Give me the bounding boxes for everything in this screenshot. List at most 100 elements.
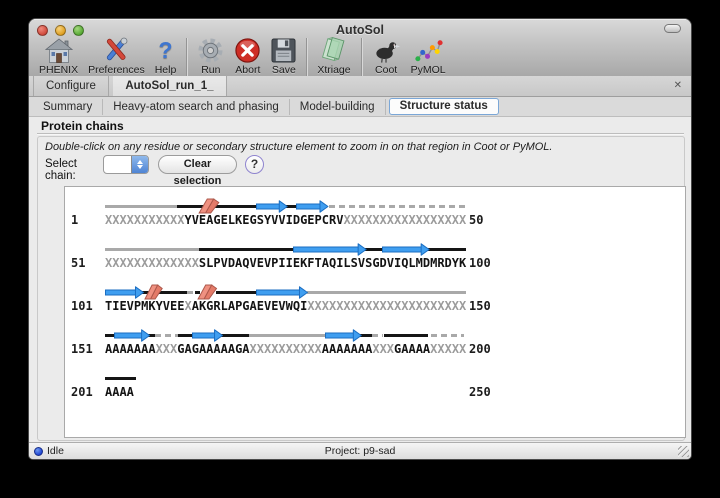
sequence-segment[interactable]: SLPVDAQVEVPIIEKFTAQILSVSGDVIQLMDMRDYK (199, 256, 466, 270)
structure-strand-arrow[interactable] (114, 329, 150, 342)
row-end-number: 50 (469, 213, 483, 227)
sequence-text: TIEVPMKYVEEXAKGRLAPGAEVEVWQIXXXXXXXXXXXX… (105, 299, 466, 313)
sequence-row: 151200AAAAAAAXXXGAGAAAAAGAXXXXXXXXXXAAAA… (65, 326, 685, 369)
sequence-segment[interactable]: AAAAAAA (322, 342, 373, 356)
phenix-button[interactable]: PHENIX (34, 36, 83, 76)
structure-unmodeled-line[interactable] (307, 291, 466, 294)
sequence-segment[interactable]: YVEAGELKEGSYVVIDGEPCRV (184, 213, 343, 227)
structure-strand-arrow[interactable] (293, 243, 367, 256)
question-icon: ? (158, 37, 172, 64)
sequence-segment[interactable]: GAGAAAAAGA (177, 342, 249, 356)
structure-strand-arrow[interactable] (325, 329, 362, 342)
sequence-segment[interactable]: AAAA (105, 385, 134, 399)
save-button[interactable]: Save (266, 36, 301, 76)
sequence-segment[interactable]: TIEVPMKYVEE (105, 299, 184, 313)
tab-model-building[interactable]: Model-building (290, 99, 386, 115)
structure-strand-arrow[interactable] (256, 286, 308, 299)
select-chain-label: Select chain: (45, 158, 77, 182)
structure-disordered-dash[interactable] (155, 334, 179, 337)
structure-strand-arrow[interactable] (256, 200, 288, 213)
structure-track (105, 369, 467, 387)
row-start-number: 151 (71, 342, 93, 356)
close-tab-icon[interactable]: ✕ (674, 79, 682, 93)
tab-autosol-run-1[interactable]: AutoSol_run_1_ (113, 76, 226, 96)
sequence-segment[interactable]: X (184, 299, 191, 313)
heading-rule (37, 133, 684, 134)
structure-unmodeled-line[interactable] (249, 334, 326, 337)
row-start-number: 1 (71, 213, 78, 227)
structure-strand-arrow[interactable] (105, 286, 144, 299)
abort-icon (234, 37, 261, 64)
row-start-number: 101 (71, 299, 93, 313)
structure-disordered-dash[interactable] (431, 334, 463, 337)
structure-helix-ribbon[interactable] (197, 284, 219, 300)
help-circle-button[interactable]: ? (245, 155, 264, 174)
sequence-segment[interactable]: XXXXX (430, 342, 466, 356)
row-start-number: 51 (71, 256, 85, 270)
page-title: Protein chains (41, 119, 124, 133)
clear-selection-button[interactable]: Clear selection (158, 155, 237, 174)
structure-strand-arrow[interactable] (192, 329, 223, 342)
status-bar: Idle Project: p9-sad (29, 442, 691, 459)
chevron-updown-icon (131, 156, 148, 173)
sequence-segment[interactable]: AKGRLAPGAEVEVWQI (192, 299, 308, 313)
structure-loop-line[interactable] (365, 248, 384, 251)
title-bar: AutoSol PHENIX (29, 19, 691, 77)
sequence-segment[interactable]: XXXXXXXXXXXXXXXXX (343, 213, 466, 227)
structure-loop-line[interactable] (216, 291, 258, 294)
structure-unmodeled-line[interactable] (105, 248, 199, 251)
structure-loop-line[interactable] (384, 334, 429, 337)
structure-loop-line[interactable] (427, 248, 466, 251)
structure-unmodeled-line[interactable] (105, 205, 177, 208)
sequence-text: AAAAAAAXXXGAGAAAAAGAXXXXXXXXXXAAAAAAAXXX… (105, 342, 466, 356)
run-button[interactable]: Run (192, 36, 229, 76)
sequence-segment[interactable]: XXXXXXXXXXXXX (105, 256, 199, 270)
sequence-segment[interactable]: XXXXXXXXXX (250, 342, 322, 356)
preferences-button[interactable]: Preferences (83, 36, 150, 76)
row-start-number: 201 (71, 385, 93, 399)
toolbar-label: PHENIX (39, 64, 78, 76)
sequence-text: XXXXXXXXXXXXXSLPVDAQVEVPIIEKFTAQILSVSGDV… (105, 256, 466, 270)
abort-button[interactable]: Abort (229, 36, 266, 76)
coot-button[interactable]: Coot (367, 36, 406, 76)
help-button[interactable]: ? Help (150, 36, 182, 76)
sequence-segment[interactable]: XXX (156, 342, 178, 356)
toolbar-label: Preferences (88, 64, 145, 76)
tab-summary[interactable]: Summary (33, 99, 103, 115)
sub-tab-bar: Summary Heavy-atom search and phasing Mo… (29, 97, 691, 117)
sequence-segment[interactable]: AAAAAAA (105, 342, 156, 356)
floppy-icon (271, 37, 296, 64)
pymol-button[interactable]: PyMOL (406, 36, 451, 76)
toolbar-toggle-button[interactable] (664, 24, 681, 33)
sequence-row: 1 50 XXXXXXXXXXXYVEAGELKEGSYVVIDGEPCRVXXXX… (65, 197, 685, 240)
sequence-panel: 150XXXXXXXXXXXYVEAGELKEGSYVVIDGEPCRVXXXX… (64, 186, 686, 438)
structure-loop-line[interactable] (199, 248, 296, 251)
row-end-number: 200 (469, 342, 491, 356)
structure-disordered-dash[interactable] (329, 205, 466, 208)
toolbar-label: Save (272, 64, 296, 76)
row-end-number: 150 (469, 299, 491, 313)
structure-disordered-dash[interactable] (372, 334, 383, 337)
sequence-segment[interactable]: XXXXXXXXXXX (105, 213, 184, 227)
toolbar-label: Run (201, 64, 220, 76)
sequence-segment[interactable]: GAAAA (394, 342, 430, 356)
structure-strand-arrow[interactable] (296, 200, 328, 213)
tab-structure-status[interactable]: Structure status (389, 98, 499, 115)
tab-configure[interactable]: Configure (33, 76, 109, 96)
structure-helix-ribbon[interactable] (144, 284, 164, 300)
toolbar-label: PyMOL (411, 64, 446, 76)
xtriage-button[interactable]: Xtriage (312, 36, 355, 76)
structure-strand-arrow[interactable] (382, 243, 430, 256)
structure-helix-ribbon[interactable] (198, 198, 221, 214)
sequence-segment[interactable]: XXX (372, 342, 394, 356)
structure-disordered-dash[interactable] (187, 291, 194, 294)
tools-icon (102, 37, 130, 64)
resize-grip[interactable] (678, 446, 689, 457)
tab-heavy-atom-search[interactable]: Heavy-atom search and phasing (103, 99, 290, 115)
chain-select[interactable] (103, 155, 149, 174)
crystal-icon (321, 37, 347, 64)
structure-loop-line[interactable] (221, 334, 251, 337)
toolbar-label: Coot (375, 64, 397, 76)
sequence-segment[interactable]: XXXXXXXXXXXXXXXXXXXXXX (307, 299, 466, 313)
structure-loop-line[interactable] (105, 377, 136, 380)
